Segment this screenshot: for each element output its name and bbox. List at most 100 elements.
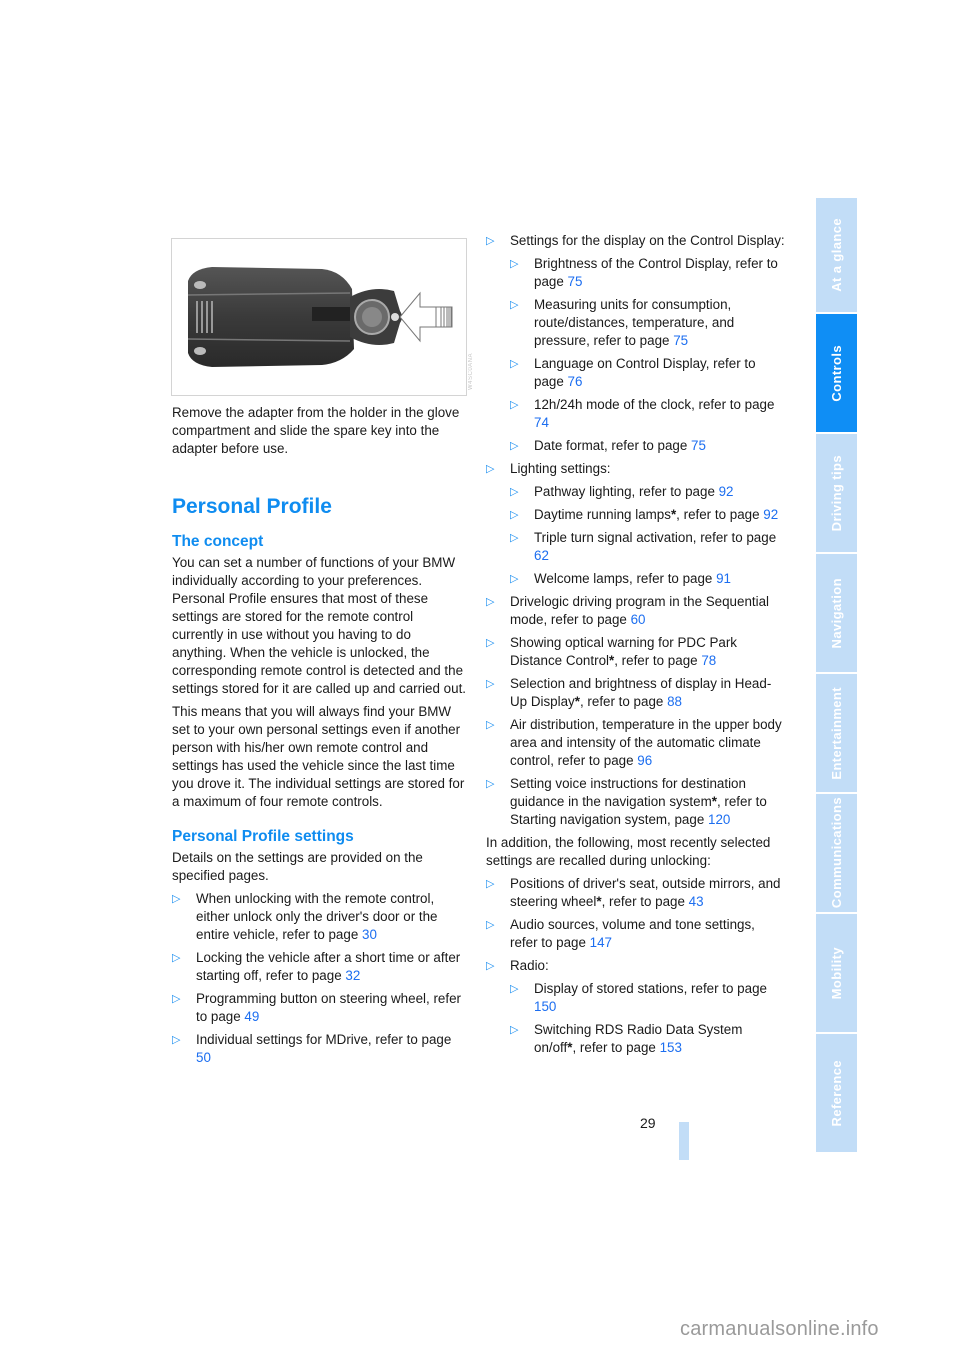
bullet-icon: ▷ — [510, 258, 519, 270]
list-item: ▷ Switching RDS Radio Data System on/off*… — [510, 1022, 743, 1055]
bullet-icon: ▷ — [172, 893, 181, 905]
page-link[interactable]: 92 — [763, 507, 778, 522]
page-link[interactable]: 75 — [568, 274, 583, 289]
list-item: ▷ Language on Control Display, refer to p… — [510, 356, 756, 389]
tab-communications[interactable]: Communications — [816, 794, 857, 912]
list-item: ▷ Individual settings for MDrive, refer t… — [172, 1032, 452, 1065]
key-adapter-illustration — [187, 267, 453, 367]
bullet-icon: ▷ — [486, 919, 495, 931]
list-item: ▷ Daytime running lamps*, refer to page 9… — [510, 507, 779, 522]
left-column: Remove the adapter from the holder in th… — [172, 404, 468, 1072]
bullet-icon: ▷ — [510, 358, 519, 370]
list-item-display-settings: ▷ Settings for the display on the Control… — [486, 233, 786, 455]
tab-driving-tips[interactable]: Driving tips — [816, 434, 857, 552]
bullet-icon: ▷ — [510, 399, 519, 411]
bullet-icon: ▷ — [510, 509, 519, 521]
page-link[interactable]: 120 — [708, 812, 730, 827]
bullet-icon: ▷ — [510, 299, 519, 311]
recalled-intro: In addition, the following, most recentl… — [486, 835, 771, 868]
bullet-icon: ▷ — [172, 952, 181, 964]
list-item: ▷ 12h/24h mode of the clock, refer to pag… — [510, 397, 775, 430]
list-item: ▷ Date format, refer to page 75 — [510, 438, 706, 453]
list-item: ▷ Triple turn signal activation, refer to… — [510, 530, 777, 563]
page-link[interactable]: 92 — [719, 484, 734, 499]
bullet-icon: ▷ — [486, 637, 495, 649]
bullet-icon: ▷ — [510, 532, 519, 544]
concept-paragraph: You can set a number of functions of you… — [172, 555, 467, 696]
page-link[interactable]: 60 — [631, 612, 646, 627]
page-link[interactable]: 32 — [345, 968, 360, 983]
page-link[interactable]: 74 — [534, 415, 549, 430]
tab-mobility[interactable]: Mobility — [816, 914, 857, 1032]
bullet-icon: ▷ — [486, 778, 495, 790]
adapter-instruction: Remove the adapter from the holder in th… — [172, 405, 460, 456]
list-item: ▷ Selection and brightness of display in … — [486, 676, 772, 709]
bullet-icon: ▷ — [510, 983, 519, 995]
bullet-icon: ▷ — [486, 878, 495, 890]
bullet-icon: ▷ — [510, 1024, 519, 1036]
page-link[interactable]: 50 — [196, 1050, 211, 1065]
right-column: ▷ Settings for the display on the Control… — [486, 232, 786, 1062]
bullet-icon: ▷ — [510, 440, 519, 452]
list-item-lighting-settings: ▷ Lighting settings: ▷ Pathway lighting, r… — [486, 460, 786, 588]
page-link[interactable]: 96 — [637, 753, 652, 768]
page-link[interactable]: 43 — [689, 894, 704, 909]
bullet-icon: ▷ — [172, 1034, 181, 1046]
list-item: ▷ Locking the vehicle after a short time … — [172, 950, 461, 983]
bullet-icon: ▷ — [486, 719, 495, 731]
bullet-icon: ▷ — [486, 678, 495, 690]
settings-list: ▷ When unlocking with the remote control,… — [172, 890, 468, 1067]
bullet-icon: ▷ — [486, 463, 495, 475]
list-item: ▷ Audio sources, volume and tone settings… — [486, 917, 755, 950]
bullet-icon: ▷ — [486, 596, 495, 608]
page-link[interactable]: 78 — [701, 653, 716, 668]
list-item: ▷ Air distribution, temperature in the up… — [486, 717, 782, 768]
page-number: 29 — [640, 1115, 656, 1131]
list-item: ▷ Setting voice instructions for destinat… — [486, 776, 767, 827]
page-link[interactable]: 30 — [362, 927, 377, 942]
tab-entertainment[interactable]: Entertainment — [816, 674, 857, 792]
tab-reference[interactable]: Reference — [816, 1034, 857, 1152]
page-link[interactable]: 153 — [660, 1040, 682, 1055]
list-item: ▷ Positions of driver's seat, outside mir… — [486, 876, 781, 909]
page-link[interactable]: 91 — [716, 571, 731, 586]
figure-code: W4SC0ANA — [468, 352, 474, 390]
bullet-icon: ▷ — [172, 993, 181, 1005]
page-link[interactable]: 88 — [667, 694, 682, 709]
settings-heading: Personal Profile settings — [172, 828, 354, 845]
list-item: ▷ Showing optical warning for PDC Park Di… — [486, 635, 738, 668]
sub-list: ▷ Pathway lighting, refer to page 92 ▷ Day… — [510, 483, 786, 588]
list-item: ▷ Programming button on steering wheel, r… — [172, 991, 461, 1024]
settings-intro: Details on the settings are provided on … — [172, 850, 423, 883]
tab-at-a-glance[interactable]: At a glance — [816, 198, 857, 312]
list-item: ▷ Measuring units for consumption, route/… — [510, 297, 735, 348]
page-link[interactable]: 62 — [534, 548, 549, 563]
chapter-tabs: At a glance Controls Driving tips Naviga… — [816, 198, 857, 1154]
recalled-list: ▷ Positions of driver's seat, outside mir… — [486, 875, 786, 1057]
bullet-icon: ▷ — [486, 235, 495, 247]
list-item: ▷ Drivelogic driving program in the Seque… — [486, 594, 770, 627]
tab-navigation[interactable]: Navigation — [816, 554, 857, 672]
page-link[interactable]: 49 — [244, 1009, 259, 1024]
bullet-icon: ▷ — [510, 486, 519, 498]
list-item: ▷ Pathway lighting, refer to page 92 — [510, 484, 734, 499]
spare-key-figure — [171, 238, 467, 396]
sub-list: ▷ Display of stored stations, refer to pa… — [510, 980, 786, 1057]
list-item-radio: ▷ Radio: ▷ Display of stored stations, ref… — [486, 957, 786, 1057]
list-item: ▷ Brightness of the Control Display, refe… — [510, 256, 778, 289]
page-link[interactable]: 147 — [590, 935, 612, 950]
page-marker-bar — [679, 1122, 689, 1160]
page-link[interactable]: 76 — [568, 374, 583, 389]
list-item: ▷ Welcome lamps, refer to page 91 — [510, 571, 732, 586]
list-item: ▷ When unlocking with the remote control,… — [172, 891, 438, 942]
tab-controls[interactable]: Controls — [816, 314, 857, 432]
concept-heading: The concept — [172, 533, 264, 550]
list-item: ▷ Display of stored stations, refer to pa… — [510, 981, 767, 1014]
concept-paragraph: This means that you will always find you… — [172, 704, 465, 809]
section-title: Personal Profile — [172, 495, 332, 518]
page-link[interactable]: 150 — [534, 999, 556, 1014]
page-link[interactable]: 75 — [673, 333, 688, 348]
bullet-icon: ▷ — [510, 573, 519, 585]
sub-list: ▷ Brightness of the Control Display, refe… — [510, 255, 786, 455]
page-link[interactable]: 75 — [691, 438, 706, 453]
